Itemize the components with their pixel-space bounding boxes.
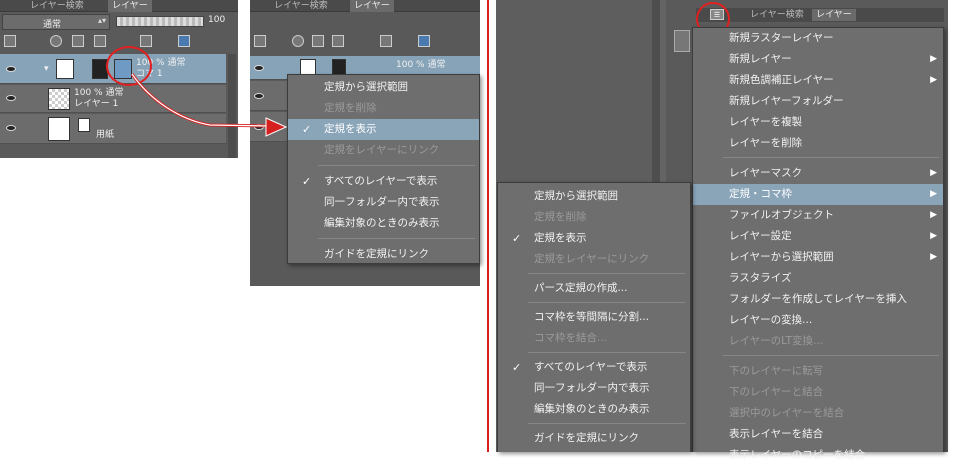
annotation-arrow bbox=[130, 73, 288, 137]
